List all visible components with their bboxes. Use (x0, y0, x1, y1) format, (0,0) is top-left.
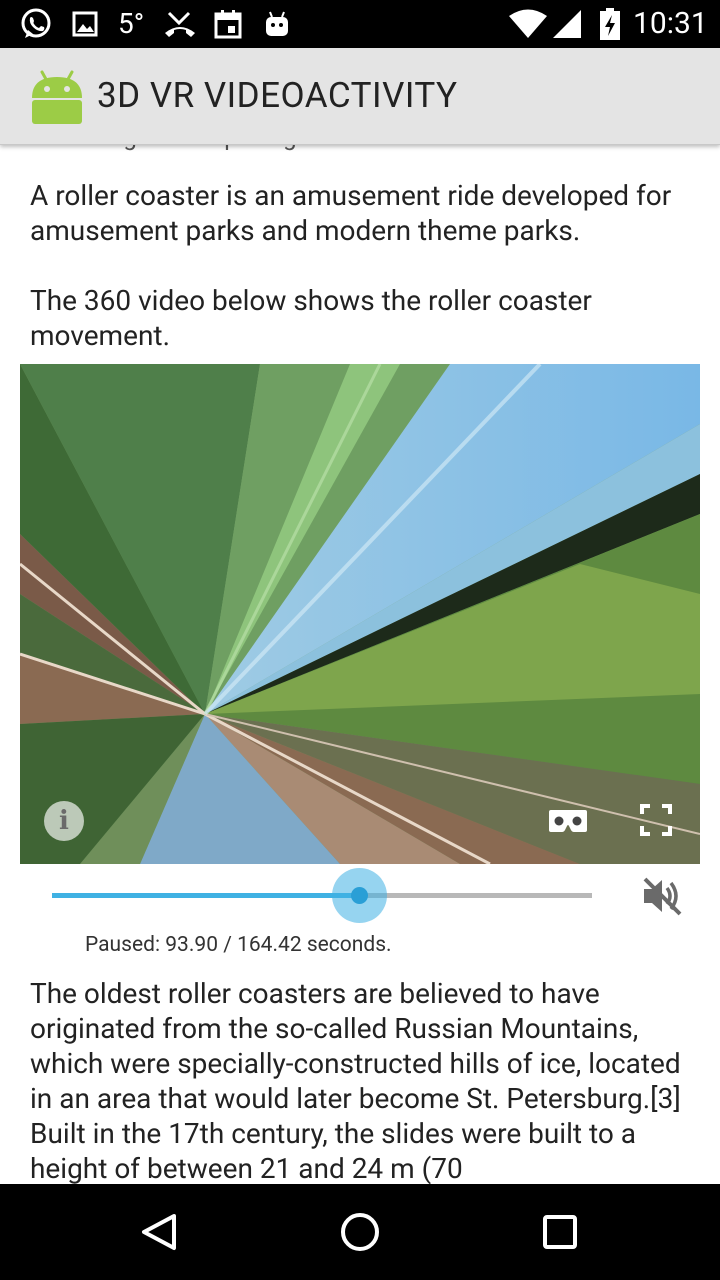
vr-cardboard-icon[interactable] (548, 806, 588, 836)
status-bar: 5° 10:31 (0, 0, 720, 48)
seekbar[interactable] (52, 893, 592, 898)
android-logo-icon (28, 68, 86, 126)
seekbar-progress (52, 893, 361, 898)
app-title: 3D VR VIDEOACTIVITY (97, 75, 458, 116)
app-bar: 3D VR VIDEOACTIVITY (0, 48, 720, 145)
missed-call-icon (163, 8, 197, 40)
home-icon[interactable] (336, 1208, 384, 1256)
content-scroll[interactable]: A Thrilling and Surprising ride A roller… (0, 144, 720, 1184)
navigation-bar (0, 1184, 720, 1280)
fullscreen-icon[interactable] (640, 804, 672, 836)
seekbar-thumb[interactable] (351, 887, 368, 904)
cell-signal-icon (550, 8, 584, 40)
intro-paragraph: A roller coaster is an amusement ride de… (30, 179, 672, 247)
battery-charging-icon (597, 8, 623, 40)
android-robot-icon (262, 8, 292, 40)
recents-icon[interactable] (536, 1208, 584, 1256)
calendar-icon (213, 8, 243, 40)
playback-status: Paused: 93.90 / 164.42 seconds. (85, 933, 392, 957)
whatsapp-icon (18, 8, 54, 40)
page-subtitle: A Thrilling and Surprising ride (30, 144, 343, 152)
history-paragraph: The oldest roller coasters are believed … (30, 977, 681, 1184)
image-icon (70, 8, 100, 40)
volume-off-icon[interactable] (640, 874, 684, 918)
vr-video-view[interactable]: i (20, 364, 700, 864)
info-button[interactable]: i (44, 801, 84, 841)
temperature-label: 5° (118, 7, 145, 40)
back-icon[interactable] (136, 1208, 184, 1256)
wifi-icon (508, 8, 548, 40)
clock: 10:31 (633, 6, 708, 41)
video-description: The 360 video below shows the roller coa… (30, 284, 592, 352)
